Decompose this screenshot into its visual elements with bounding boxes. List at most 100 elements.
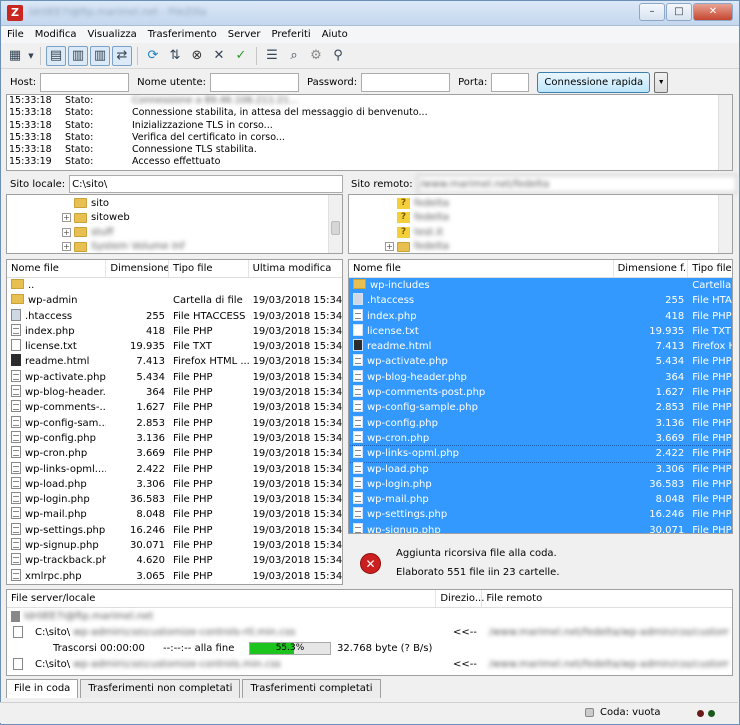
tree-item[interactable]: + sitoweb [62, 211, 342, 226]
remote-file-row[interactable]: wp-settings.php 16.246 File PHP [349, 507, 732, 523]
menu-view[interactable]: Visualizza [88, 29, 137, 40]
toggle-queue-icon[interactable]: ⇄ [112, 45, 132, 66]
col-direction[interactable]: Direzio... [436, 590, 484, 607]
port-input[interactable] [491, 72, 530, 92]
local-tree-scrollbar[interactable] [328, 195, 342, 253]
col-server-local[interactable]: File server/locale [7, 590, 437, 607]
local-file-row[interactable]: license.txt 19.935 File TXT 19/03/2018 15:3… [7, 339, 342, 354]
remote-file-row[interactable]: wp-comments-post.php 1.627 File PHP [349, 385, 732, 401]
tree-item[interactable]: ? fedelta [385, 196, 732, 211]
tab-queued-files[interactable]: File in coda [6, 679, 79, 698]
local-file-row[interactable]: readme.html 7.413 Firefox HTML ... 19/03/20… [7, 354, 342, 369]
menu-edit[interactable]: Modifica [35, 29, 77, 40]
local-tree[interactable]: sito + sitoweb + stuff + System Volume Inf [6, 194, 343, 254]
menu-bookmarks[interactable]: Preferiti [272, 29, 311, 40]
local-path-input[interactable] [69, 175, 344, 193]
local-file-row[interactable]: index.php418File PHP19/03/2018 15:34:05 [7, 323, 342, 339]
close-button[interactable]: ✕ [693, 3, 733, 21]
remote-file-row[interactable]: wp-cron.php 3.669 File PHP [349, 430, 732, 447]
menu-server[interactable]: Server [228, 29, 261, 40]
remote-file-row[interactable]: license.txt 19.935 File TXT [349, 323, 732, 340]
remote-file-row[interactable]: wp-login.php 36.583 File PHP [349, 476, 732, 493]
local-file-row[interactable]: .. [7, 278, 342, 293]
remote-file-row[interactable]: wp-includesCartella di [349, 278, 732, 294]
tab-successful-transfers[interactable]: Trasferimenti completati [242, 679, 381, 698]
tree-item[interactable]: ? test.it [385, 225, 732, 240]
remote-file-row[interactable]: .htaccess255File HTACC [349, 293, 732, 309]
site-manager-icon[interactable]: ▦ [5, 46, 25, 66]
chevron-down-icon[interactable]: ▼ [27, 46, 35, 66]
tree-item[interactable]: sito [62, 196, 342, 211]
local-file-row[interactable]: wp-mail.php 8.048 File PHP 19/03/2018 15:34… [7, 507, 342, 522]
col-filename[interactable]: Nome file [349, 260, 614, 277]
expand-icon[interactable]: + [385, 242, 394, 252]
local-file-row[interactable]: wp-links-opml.... 2.422 File PHP 19/03/2018… [7, 461, 342, 477]
tree-item[interactable]: + stuff [62, 225, 342, 240]
minimize-button[interactable]: – [639, 3, 665, 21]
remote-file-row[interactable]: wp-config.php 3.136 File PHP [349, 415, 732, 431]
password-input[interactable] [361, 72, 451, 92]
local-file-row[interactable]: .htaccess 255 File HTACCESS 19/03/2018 15:3… [7, 308, 342, 324]
remote-file-row[interactable]: wp-config-sample.php 2.853 File PHP [349, 400, 732, 416]
tree-item[interactable]: + System Volume Inf [62, 240, 342, 254]
col-size[interactable]: Dimensione... [106, 260, 170, 277]
toggle-local-tree-icon[interactable]: ▥ [68, 45, 88, 66]
cancel-icon[interactable]: ⊗ [187, 46, 207, 66]
col-remote-file[interactable]: File remoto [482, 590, 732, 607]
local-file-row[interactable]: wp-signup.php 30.071 File PHP 19/03/2018 15… [7, 538, 342, 553]
menu-file[interactable]: File [7, 29, 24, 40]
quickconnect-dropdown-button[interactable]: ▼ [654, 71, 669, 93]
queue-file-row[interactable]: C:\sito\ wp-admin\css\customize-controls… [7, 656, 732, 672]
queue-server-row[interactable]: ldr0EE7i@ftp.marimel.net [7, 608, 732, 624]
local-file-row[interactable]: wp-blog-header... 364 File PHP 19/03/2018 1… [7, 385, 342, 400]
expand-icon[interactable]: + [62, 227, 71, 237]
remote-file-row[interactable]: wp-load.php 3.306 File PHP [349, 461, 732, 477]
expand-icon[interactable]: + [62, 242, 71, 252]
remote-path-input[interactable] [416, 175, 737, 193]
col-type[interactable]: Tipo file [688, 260, 732, 277]
local-file-row[interactable]: wp-login.php 36.583 File PHP 19/03/2018 15:… [7, 492, 342, 507]
col-type[interactable]: Tipo file [169, 260, 249, 277]
remote-tree[interactable]: ? fedelta ? fedelta ? test.it + fedelta [348, 194, 733, 254]
local-file-row[interactable]: wp-cron.php 3.669 File PHP 19/03/2018 15:34… [7, 446, 342, 461]
expand-icon[interactable]: + [62, 213, 71, 223]
filter-icon[interactable]: ☰ [262, 46, 282, 66]
toggle-log-icon[interactable]: ▤ [46, 45, 66, 66]
local-file-row[interactable]: xmlrpc.php3.065File PHP19/03/2018 15:34:… [7, 568, 342, 584]
search-icon[interactable]: ⚲ [328, 46, 348, 66]
remote-file-row[interactable]: wp-mail.php 8.048 File PHP [349, 492, 732, 508]
compare-icon[interactable]: ⌕ [284, 46, 304, 66]
queue-file-row[interactable]: C:\sito\ wp-admin\css\customize-controls… [7, 624, 732, 640]
local-file-row[interactable]: wp-trackback.php 4.620 File PHP 19/03/2018 … [7, 553, 342, 568]
col-size[interactable]: Dimensione f... [614, 260, 689, 277]
local-file-row[interactable]: wp-config.php 3.136 File PHP 19/03/2018 15:… [7, 430, 342, 446]
menu-help[interactable]: Aiuto [322, 29, 348, 40]
remote-file-row[interactable]: wp-activate.php 5.434 File PHP [349, 354, 732, 370]
log-scrollbar[interactable] [718, 95, 732, 170]
disconnect-icon[interactable]: ✕ [209, 46, 229, 66]
tree-item[interactable]: + fedelta [385, 240, 732, 254]
local-file-row[interactable]: wp-settings.php 16.246 File PHP 19/03/2018 … [7, 522, 342, 538]
process-queue-icon[interactable]: ⇅ [165, 46, 185, 66]
local-file-list[interactable]: Nome file Dimensione... Tipo file Ultima… [6, 259, 343, 585]
local-file-row[interactable]: wp-admin Cartella di file 19/03/2018 15:34… [7, 293, 342, 308]
toggle-remote-tree-icon[interactable]: ▥ [90, 45, 110, 66]
sync-browse-icon[interactable]: ⚙ [306, 46, 326, 66]
remote-file-row[interactable]: wp-signup.php 30.071 File PHP [349, 522, 732, 533]
remote-tree-scrollbar[interactable] [718, 195, 732, 253]
local-file-row[interactable]: wp-comments-... 1.627 File PHP 19/03/2018 1… [7, 400, 342, 415]
reconnect-icon[interactable]: ✓ [231, 46, 251, 66]
tab-failed-transfers[interactable]: Trasferimenti non completati [80, 679, 241, 698]
local-file-row[interactable]: wp-activate.php 5.434 File PHP 19/03/2018 1… [7, 369, 342, 385]
col-filename[interactable]: Nome file [7, 260, 107, 277]
col-modified[interactable]: Ultima modifica [249, 260, 342, 277]
remote-file-row[interactable]: wp-links-opml.php 2.422 File PHP [349, 445, 732, 463]
username-input[interactable] [210, 72, 300, 92]
remote-file-row[interactable]: wp-blog-header.php 364 File PHP [349, 369, 732, 386]
tree-item[interactable]: ? fedelta [385, 211, 732, 226]
message-log[interactable]: 15:33:18 Stato: Connessione a 89.46.106.21… [6, 94, 733, 171]
transfer-queue[interactable]: File server/locale Direzio... File remot… [6, 589, 733, 676]
remote-file-list[interactable]: Nome file Dimensione f... Tipo file wp-i… [348, 259, 733, 534]
menu-transfer[interactable]: Trasferimento [148, 29, 217, 40]
maximize-button[interactable]: □ [666, 3, 692, 21]
